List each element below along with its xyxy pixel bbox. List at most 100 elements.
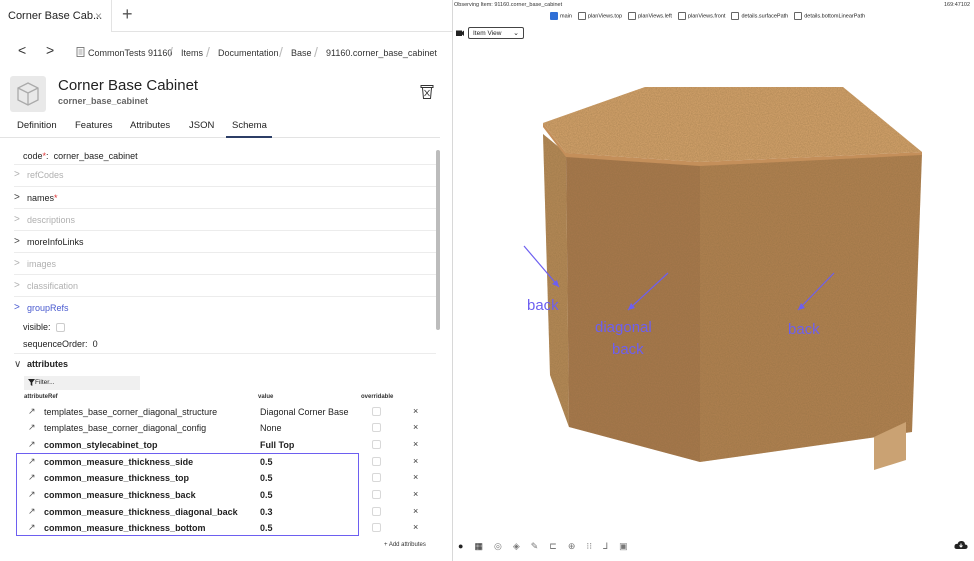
forward-arrow-icon[interactable]: >: [46, 42, 54, 58]
cloud-download-icon[interactable]: [954, 540, 968, 550]
chevron-right-icon: >: [14, 258, 20, 269]
add-tab-icon[interactable]: +: [122, 4, 133, 25]
view-check-planviews-left[interactable]: planViews.left: [628, 12, 672, 20]
view-check-details-surfacepath[interactable]: details.surfacePath: [731, 12, 788, 20]
attribute-ref[interactable]: common_stylecabinet_top: [44, 440, 158, 450]
descriptions-label: descriptions: [27, 215, 76, 225]
compass-icon[interactable]: ◎: [494, 541, 502, 552]
pencil-icon[interactable]: ✎: [531, 541, 539, 552]
document-icon: [76, 47, 85, 57]
checkbox[interactable]: [577, 12, 586, 20]
remove-attribute-icon[interactable]: ×: [413, 506, 418, 516]
breadcrumb-current-item[interactable]: 91160.corner_base_cabinet: [326, 48, 437, 58]
overridable-checkbox[interactable]: [372, 407, 381, 416]
tab-json[interactable]: JSON: [189, 120, 214, 131]
breadcrumb-base[interactable]: Base: [291, 48, 312, 58]
remove-attribute-icon[interactable]: ×: [413, 472, 418, 482]
scrollbar[interactable]: [436, 150, 440, 330]
add-attributes-button[interactable]: + Add attributes: [384, 542, 426, 548]
breadcrumb-separator: /: [169, 44, 173, 60]
checkbox[interactable]: [794, 12, 803, 20]
overridable-checkbox[interactable]: [372, 523, 381, 532]
code-value: corner_base_cabinet: [53, 151, 138, 161]
checkbox-checked[interactable]: [550, 12, 558, 20]
view-check-details-bottomlinearpath[interactable]: details.bottomLinearPath: [794, 12, 865, 20]
item-editor-panel: Corner Base Cab... × + < > CommonTests 9…: [0, 0, 452, 561]
attribute-value[interactable]: None: [260, 423, 282, 433]
attribute-value[interactable]: Full Top: [260, 440, 294, 450]
breadcrumb-separator: /: [279, 44, 283, 60]
attribute-row[interactable]: ↗ templates_base_corner_diagonal_config No…: [20, 422, 436, 438]
back-arrow-icon[interactable]: <: [18, 42, 26, 58]
tab-corner-base-cabinet[interactable]: Corner Base Cab... ×: [0, 0, 112, 32]
filter-input[interactable]: Filter...: [24, 376, 140, 390]
tab-definition[interactable]: Definition: [17, 120, 57, 131]
tab-close-icon[interactable]: ×: [95, 9, 102, 23]
attribute-ref[interactable]: templates_base_corner_diagonal_config: [44, 423, 206, 433]
chevron-right-icon: >: [14, 302, 20, 313]
chevron-down-icon: ∨: [14, 359, 22, 370]
trash-icon[interactable]: [420, 84, 434, 100]
divider: [14, 353, 436, 354]
divider: [14, 296, 436, 297]
schema-code-row: code*: corner_base_cabinet: [23, 151, 443, 161]
remove-attribute-icon[interactable]: ×: [413, 522, 418, 532]
open-link-icon[interactable]: ↗: [28, 422, 36, 433]
overridable-checkbox[interactable]: [372, 423, 381, 432]
view-check-label: planViews.front: [687, 13, 726, 20]
classification-label: classification: [27, 281, 79, 291]
cube-icon: [17, 82, 39, 106]
breadcrumb-separator: /: [314, 44, 318, 60]
open-link-icon[interactable]: ↗: [28, 406, 36, 417]
image-icon[interactable]: ▣: [619, 541, 628, 552]
observing-item-label: Observing Item: 91160.corner_base_cabine…: [454, 2, 563, 8]
view-check-planviews-front[interactable]: planViews.front: [677, 12, 726, 20]
chevron-right-icon: >: [14, 169, 20, 180]
overridable-checkbox[interactable]: [372, 440, 381, 449]
item-subtabs: Definition Features Attributes JSON Sche…: [0, 116, 440, 138]
breadcrumb-project[interactable]: CommonTests 91160: [88, 48, 172, 58]
col-header-value: value: [258, 394, 274, 400]
breadcrumb-items[interactable]: Items: [181, 48, 203, 58]
tab-attributes[interactable]: Attributes: [130, 120, 170, 131]
3d-viewport[interactable]: back diagonal back back: [454, 40, 974, 535]
overridable-checkbox[interactable]: [372, 473, 381, 482]
open-link-icon[interactable]: ↗: [28, 439, 36, 450]
cube-outline-icon[interactable]: ◈: [513, 541, 520, 552]
overridable-checkbox[interactable]: [372, 457, 381, 466]
tab-features[interactable]: Features: [75, 120, 113, 131]
tree-icon[interactable]: ⅃: [603, 541, 608, 552]
visible-checkbox[interactable]: [56, 323, 66, 333]
cabinet-right-face-grain: [700, 153, 922, 462]
remove-attribute-icon[interactable]: ×: [413, 422, 418, 432]
remove-attribute-icon[interactable]: ×: [413, 456, 418, 466]
checkbox[interactable]: [628, 12, 637, 20]
attribute-ref[interactable]: templates_base_corner_diagonal_structure: [44, 407, 217, 417]
breadcrumb-documentation[interactable]: Documentation: [218, 48, 279, 58]
overridable-checkbox[interactable]: [372, 507, 381, 516]
grid-icon[interactable]: ▦: [474, 541, 483, 552]
view-check-planviews-top[interactable]: planViews.top: [577, 12, 622, 20]
dimension-icon[interactable]: ⊏: [549, 541, 557, 552]
crosshair-icon[interactable]: ⊕: [568, 541, 576, 552]
checkbox[interactable]: [731, 12, 740, 20]
attribute-value[interactable]: Diagonal Corner Base: [260, 407, 349, 417]
divider: [14, 230, 436, 231]
view-select-dropdown[interactable]: Item View ⌄: [468, 26, 524, 39]
remove-attribute-icon[interactable]: ×: [413, 439, 418, 449]
chevron-right-icon: >: [14, 192, 20, 203]
view-check-main[interactable]: main: [550, 12, 572, 20]
palette-icon[interactable]: ●: [458, 541, 463, 551]
dots-icon[interactable]: ⁝⁝: [586, 541, 592, 552]
moreinfolinks-label: moreInfoLinks: [27, 237, 84, 247]
panel-divider[interactable]: [452, 0, 453, 561]
checkbox[interactable]: [677, 12, 686, 20]
overridable-checkbox[interactable]: [372, 490, 381, 499]
annotation-diagonal-line2: back: [612, 341, 644, 358]
remove-attribute-icon[interactable]: ×: [413, 406, 418, 416]
remove-attribute-icon[interactable]: ×: [413, 489, 418, 499]
visible-label: visible:: [23, 322, 51, 332]
view-check-label: planViews.left: [638, 13, 672, 20]
attribute-row[interactable]: ↗ templates_base_corner_diagonal_structur…: [20, 406, 436, 422]
tab-schema[interactable]: Schema: [232, 120, 267, 131]
